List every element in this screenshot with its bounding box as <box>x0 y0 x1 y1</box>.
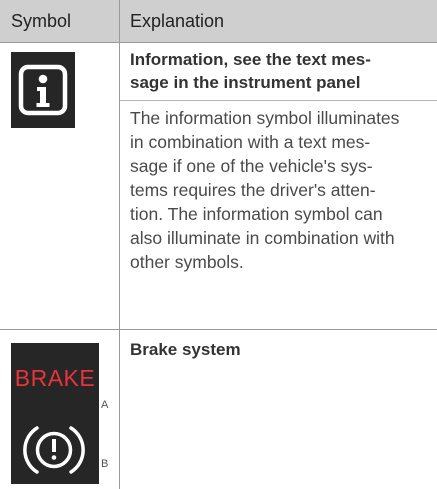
table-header: Symbol Explanation <box>0 0 437 42</box>
column-divider <box>119 0 120 489</box>
symbol-table: Symbol Explanation Information, see the … <box>0 0 437 489</box>
brake-warning-symbol: BRAKE <box>11 343 99 415</box>
description-line: sage if one of the vehicle's sys- <box>130 156 373 176</box>
brake-system-icon <box>11 412 99 484</box>
description-line: also illuminate in combination with <box>130 228 395 248</box>
description-line: in combination with a text mes- <box>130 132 371 152</box>
description-line: other symbols. <box>130 252 244 272</box>
brake-system-title-line: Brake system <box>130 340 241 359</box>
brake-circle-glyph <box>23 426 85 474</box>
information-description: The information symbol illuminates in co… <box>130 106 430 274</box>
information-title-line: sage in the instrument panel <box>130 73 361 92</box>
brake-system-title: Brake system <box>130 338 430 361</box>
description-line: tion. The information symbol can <box>130 204 383 224</box>
brake-warning-label: BRAKE <box>14 365 96 391</box>
information-title: Information, see the text mes- sage in t… <box>130 48 430 94</box>
header-divider <box>0 42 437 43</box>
footnote-b: B <box>101 458 109 470</box>
information-glyph <box>18 64 68 116</box>
title-body-divider <box>120 100 437 101</box>
description-line: tems requires the driver's atten- <box>130 180 376 200</box>
information-icon <box>11 52 75 128</box>
description-line: The information symbol illuminates <box>130 108 400 128</box>
header-explanation: Explanation <box>130 11 225 31</box>
footnote-a: A <box>101 399 109 411</box>
header-symbol: Symbol <box>11 11 72 31</box>
information-title-line: Information, see the text mes- <box>130 50 371 69</box>
row-divider <box>0 329 437 330</box>
